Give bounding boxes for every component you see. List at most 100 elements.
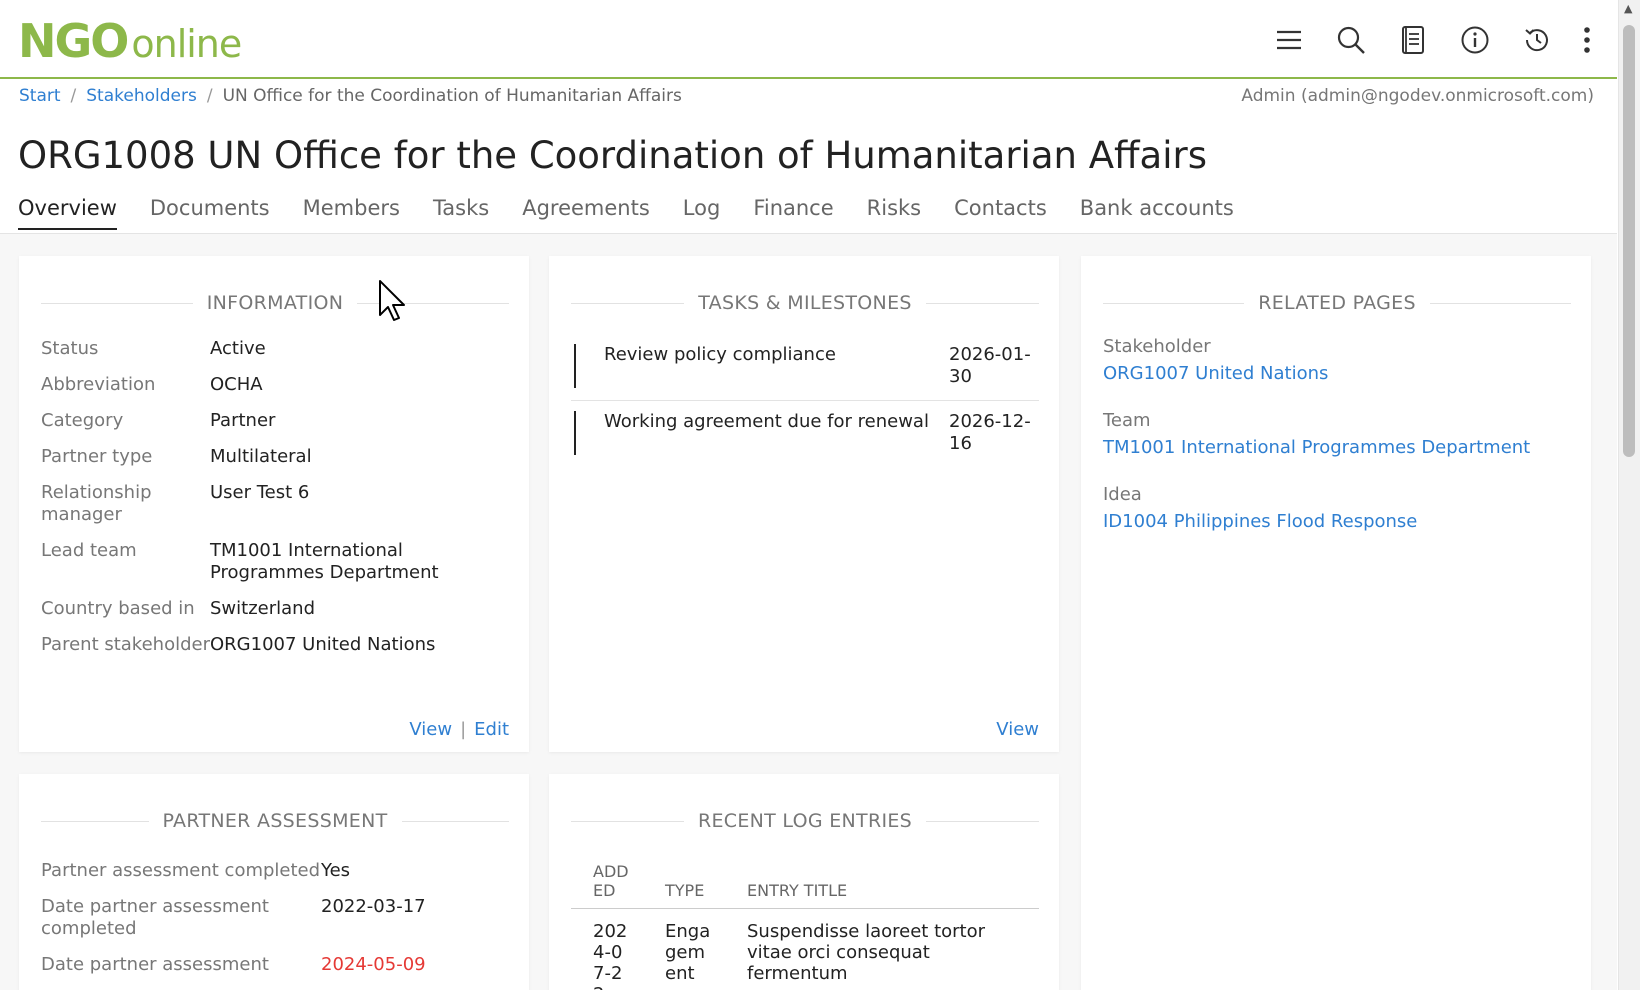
- field-label: Date partner assessment: [41, 954, 269, 975]
- field-label: Partner type: [41, 446, 153, 467]
- relationship-manager-value: User Test 6: [210, 482, 310, 503]
- log-title: RECENT LOG ENTRIES: [571, 810, 1039, 832]
- information-edit-link[interactable]: Edit: [474, 719, 509, 740]
- related-pages-card: RELATED PAGES Stakeholder ORG1007 United…: [1081, 256, 1591, 990]
- country-value: Switzerland: [210, 598, 315, 619]
- top-bar: NGO online: [0, 0, 1617, 79]
- tab-bar: Overview Documents Members Tasks Agreeme…: [18, 196, 1234, 230]
- breadcrumb-stakeholders[interactable]: Stakeholders: [86, 86, 197, 106]
- toolbar: [1269, 20, 1595, 60]
- related-team-link[interactable]: TM1001 International Programmes Departme…: [1103, 437, 1530, 458]
- information-actions: View | Edit: [409, 719, 509, 740]
- assessment-fields: Partner assessment completed Yes Date pa…: [41, 860, 509, 976]
- information-card: INFORMATION Status Active Abbreviation O…: [19, 256, 529, 752]
- task-marker: [574, 344, 576, 388]
- ngo-online-logo[interactable]: NGO online: [18, 14, 242, 68]
- related-label: Stakeholder: [1103, 336, 1211, 357]
- column-header-type[interactable]: TYPE: [643, 862, 725, 909]
- field-label: Lead team: [41, 540, 137, 561]
- field-label: Date partner assessment completed: [41, 896, 269, 939]
- parent-stakeholder-link[interactable]: ORG1007 United Nations: [210, 634, 509, 656]
- related-group-team: Team TM1001 International Programmes Dep…: [1103, 410, 1571, 458]
- log-header-row: ADDED TYPE ENTRY TITLE: [571, 862, 1039, 909]
- recent-log-card: RECENT LOG ENTRIES ADDED TYPE ENTRY TITL…: [549, 774, 1059, 990]
- tab-contacts[interactable]: Contacts: [954, 196, 1047, 230]
- tab-bank-accounts[interactable]: Bank accounts: [1080, 196, 1234, 230]
- page-scrollbar[interactable]: ▲: [1618, 0, 1640, 990]
- scroll-up-arrow-icon[interactable]: ▲: [1624, 2, 1632, 15]
- tab-tasks[interactable]: Tasks: [433, 196, 489, 230]
- related-group-idea: Idea ID1004 Philippines Flood Response: [1103, 484, 1571, 532]
- category-value: Partner: [210, 410, 276, 431]
- actions-separator: |: [460, 719, 467, 740]
- field-label: Partner assessment completed: [41, 860, 321, 881]
- tab-risks[interactable]: Risks: [867, 196, 921, 230]
- related-label: Team: [1103, 410, 1151, 431]
- related-label: Idea: [1103, 484, 1142, 505]
- overview-content: INFORMATION Status Active Abbreviation O…: [0, 234, 1617, 990]
- history-icon[interactable]: [1517, 20, 1557, 60]
- tasks-view-link[interactable]: View: [996, 719, 1039, 740]
- related-group-stakeholder: Stakeholder ORG1007 United Nations: [1103, 336, 1571, 384]
- lead-team-link[interactable]: TM1001 International Programmes Departme…: [210, 540, 509, 584]
- log-type-cell: Engagement: [665, 921, 711, 984]
- breadcrumb-separator: /: [206, 86, 213, 106]
- user-account-label[interactable]: Admin (admin@ngodev.onmicrosoft.com): [1241, 86, 1594, 106]
- assessment-date-value: 2022-03-17: [321, 896, 426, 917]
- tab-overview[interactable]: Overview: [18, 196, 117, 230]
- info-icon[interactable]: [1455, 20, 1495, 60]
- assessment-completed-value: Yes: [321, 860, 351, 881]
- breadcrumb-separator: /: [70, 86, 77, 106]
- related-idea-link[interactable]: ID1004 Philippines Flood Response: [1103, 511, 1417, 532]
- breadcrumb: Start / Stakeholders / UN Office for the…: [19, 86, 682, 106]
- page-title: ORG1008 UN Office for the Coordination o…: [18, 134, 1207, 177]
- partner-type-value: Multilateral: [210, 446, 312, 467]
- task-item[interactable]: Review policy compliance 2026-01-30: [571, 334, 1039, 401]
- task-name: Review policy compliance: [604, 344, 836, 365]
- tab-members[interactable]: Members: [303, 196, 400, 230]
- related-stakeholder-link[interactable]: ORG1007 United Nations: [1103, 363, 1328, 384]
- tab-agreements[interactable]: Agreements: [522, 196, 650, 230]
- status-value: Active: [210, 338, 266, 359]
- task-list: Review policy compliance 2026-01-30 Work…: [571, 334, 1039, 467]
- notebook-icon[interactable]: [1393, 20, 1433, 60]
- task-marker: [574, 411, 576, 455]
- column-header-entry-title[interactable]: ENTRY TITLE: [725, 862, 1039, 909]
- tasks-milestones-card: TASKS & MILESTONES Review policy complia…: [549, 256, 1059, 752]
- abbreviation-value: OCHA: [210, 374, 263, 395]
- field-label: Relationship manager: [41, 482, 152, 525]
- field-label: Parent stakeholder: [41, 634, 210, 655]
- tab-log[interactable]: Log: [683, 196, 721, 230]
- more-vertical-icon[interactable]: [1579, 20, 1595, 60]
- partner-assessment-card: PARTNER ASSESSMENT Partner assessment co…: [19, 774, 529, 990]
- task-date: 2026-01-30: [949, 344, 1031, 387]
- logo-main-text: NGO: [18, 14, 129, 68]
- breadcrumb-start[interactable]: Start: [19, 86, 61, 106]
- field-label: Country based in: [41, 598, 195, 619]
- search-icon[interactable]: [1331, 20, 1371, 60]
- assessment-title: PARTNER ASSESSMENT: [41, 810, 509, 832]
- column-header-added[interactable]: ADDED: [571, 862, 643, 909]
- scroll-thumb[interactable]: [1623, 25, 1635, 457]
- tasks-title: TASKS & MILESTONES: [571, 292, 1039, 314]
- menu-icon[interactable]: [1269, 20, 1309, 60]
- table-row[interactable]: 2024-07-22 Engagement Suspendisse laoree…: [571, 909, 1039, 990]
- task-name: Working agreement due for renewal: [604, 411, 929, 432]
- tasks-actions: View: [996, 719, 1039, 740]
- field-label: Category: [41, 410, 124, 431]
- related-title: RELATED PAGES: [1103, 292, 1571, 314]
- log-table: ADDED TYPE ENTRY TITLE 2024-07-22 Engage…: [571, 862, 1039, 990]
- field-label: Status: [41, 338, 99, 359]
- tab-documents[interactable]: Documents: [150, 196, 270, 230]
- tab-finance[interactable]: Finance: [753, 196, 833, 230]
- log-title-cell: Suspendisse laoreet tortor vitae orci co…: [747, 921, 986, 984]
- information-view-link[interactable]: View: [409, 719, 452, 740]
- log-added-cell: 2024-07-22: [593, 921, 628, 990]
- information-fields: Status Active Abbreviation OCHA Category…: [41, 338, 509, 656]
- logo-sub-text: online: [131, 22, 242, 66]
- breadcrumb-current: UN Office for the Coordination of Humani…: [222, 86, 682, 106]
- field-label: Abbreviation: [41, 374, 156, 395]
- task-date: 2026-12-16: [949, 411, 1031, 454]
- next-assessment-date-value: 2024-05-09: [321, 954, 426, 975]
- task-item[interactable]: Working agreement due for renewal 2026-1…: [571, 401, 1039, 467]
